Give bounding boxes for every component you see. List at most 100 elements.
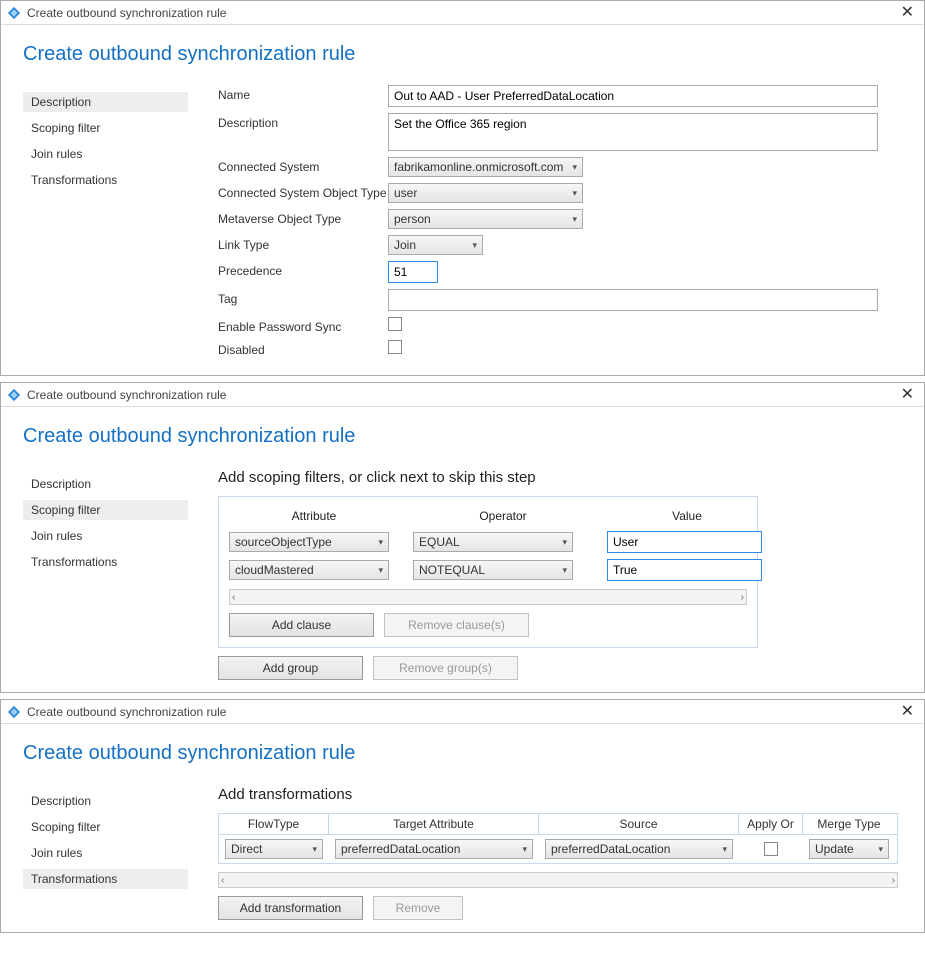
add-clause-button[interactable]: Add clause: [229, 613, 374, 637]
scrollbar[interactable]: ‹›: [229, 589, 747, 605]
select-flow[interactable]: Direct ▾: [225, 839, 323, 859]
select-target[interactable]: preferredDataLocation ▾: [335, 839, 533, 859]
select-merge[interactable]: Update ▾: [809, 839, 889, 859]
nav-transform[interactable]: Transformations: [23, 869, 188, 889]
nav-join[interactable]: Join rules: [23, 843, 188, 863]
nav-scoping[interactable]: Scoping filter: [23, 817, 188, 837]
label-disabled: Disabled: [218, 340, 388, 357]
panel-scoping: Create outbound synchronization rule ✕ C…: [0, 382, 925, 693]
chevron-down-icon: ▾: [562, 565, 567, 576]
chevron-down-icon: ▾: [378, 537, 383, 548]
select-linktype[interactable]: Join ▾: [388, 235, 483, 255]
close-icon[interactable]: ✕: [897, 388, 918, 402]
select-source-value: preferredDataLocation: [551, 842, 670, 856]
titlebar: Create outbound synchronization rule ✕: [1, 1, 924, 25]
select-linktype-value: Join: [394, 238, 416, 252]
chevron-down-icon: ▾: [722, 844, 727, 855]
scoping-title: Add scoping filters, or click next to sk…: [218, 469, 902, 486]
window-title: Create outbound synchronization rule: [27, 388, 897, 402]
label-pwsync: Enable Password Sync: [218, 317, 388, 334]
titlebar: Create outbound synchronization rule ✕: [1, 383, 924, 407]
chevron-down-icon: ▾: [522, 844, 527, 855]
scoping-box: Attribute Operator Value sourceObjectTyp…: [218, 496, 758, 648]
chevron-down-icon: ▾: [562, 537, 567, 548]
nav-description[interactable]: Description: [23, 474, 188, 494]
select-op-0[interactable]: EQUAL ▾: [413, 532, 573, 552]
col-attr: Attribute: [229, 507, 399, 525]
window-title: Create outbound synchronization rule: [27, 705, 897, 719]
select-flow-value: Direct: [231, 842, 262, 856]
col-flow: FlowType: [219, 814, 329, 834]
checkbox-applyonce[interactable]: [764, 842, 778, 856]
add-group-button[interactable]: Add group: [218, 656, 363, 680]
chevron-right-icon: ›: [892, 875, 895, 886]
chevron-left-icon: ‹: [221, 875, 224, 886]
input-tag[interactable]: [388, 289, 878, 311]
panel-transformations: Create outbound synchronization rule ✕ C…: [0, 699, 925, 933]
nav-transform[interactable]: Transformations: [23, 170, 188, 190]
nav-join[interactable]: Join rules: [23, 144, 188, 164]
label-tag: Tag: [218, 289, 388, 306]
remove-group-button[interactable]: Remove group(s): [373, 656, 518, 680]
add-transformation-button[interactable]: Add transformation: [218, 896, 363, 920]
close-icon[interactable]: ✕: [897, 6, 918, 20]
titlebar: Create outbound synchronization rule ✕: [1, 700, 924, 724]
col-apply: Apply Or: [739, 814, 803, 834]
chevron-down-icon: ▾: [572, 214, 577, 225]
scrollbar[interactable]: ‹›: [218, 872, 898, 888]
nav-join[interactable]: Join rules: [23, 526, 188, 546]
close-icon[interactable]: ✕: [897, 705, 918, 719]
col-val: Value: [607, 507, 767, 525]
nav-scoping[interactable]: Scoping filter: [23, 500, 188, 520]
transform-header: FlowType Target Attribute Source Apply O…: [218, 813, 898, 834]
select-op-1[interactable]: NOTEQUAL ▾: [413, 560, 573, 580]
chevron-down-icon: ▾: [572, 188, 577, 199]
select-attr-0[interactable]: sourceObjectType ▾: [229, 532, 389, 552]
chevron-down-icon: ▾: [878, 844, 883, 855]
select-mvobj-value: person: [394, 212, 431, 226]
select-target-value: preferredDataLocation: [341, 842, 460, 856]
select-attr-1[interactable]: cloudMastered▾: [229, 560, 389, 580]
select-op-0-value: EQUAL: [419, 535, 460, 549]
select-op-1-value: NOTEQUAL: [419, 563, 485, 577]
nav-transform[interactable]: Transformations: [23, 552, 188, 572]
label-mvobj: Metaverse Object Type: [218, 209, 388, 226]
nav-description[interactable]: Description: [23, 791, 188, 811]
chevron-right-icon: ›: [741, 592, 744, 603]
input-description[interactable]: [388, 113, 878, 151]
input-val-0[interactable]: [607, 531, 762, 553]
select-connsysobj-value: user: [394, 186, 417, 200]
transform-title: Add transformations: [218, 786, 902, 803]
chevron-down-icon: ▾: [572, 162, 577, 173]
checkbox-disabled[interactable]: [388, 340, 402, 354]
col-source: Source: [539, 814, 739, 834]
select-connsys[interactable]: fabrikamonline.onmicrosoft.com▾: [388, 157, 583, 177]
chevron-down-icon: ▾: [472, 240, 477, 251]
checkbox-pwsync[interactable]: [388, 317, 402, 331]
chevron-left-icon: ‹: [232, 592, 235, 603]
col-merge: Merge Type: [803, 814, 895, 834]
select-merge-value: Update: [815, 842, 854, 856]
nav-scoping[interactable]: Scoping filter: [23, 118, 188, 138]
select-connsysobj[interactable]: user ▾: [388, 183, 583, 203]
remove-transformation-button[interactable]: Remove: [373, 896, 463, 920]
input-precedence[interactable]: [388, 261, 438, 283]
select-source[interactable]: preferredDataLocation ▾: [545, 839, 733, 859]
chevron-down-icon: ▾: [378, 565, 383, 576]
select-attr-0-value: sourceObjectType: [235, 535, 332, 549]
label-connsys: Connected System: [218, 157, 388, 174]
label-linktype: Link Type: [218, 235, 388, 252]
panel-description: Create outbound synchronization rule ✕ C…: [0, 0, 925, 376]
transform-row: Direct ▾ preferredDataLocation ▾ preferred…: [218, 834, 898, 864]
page-title: Create outbound synchronization rule: [23, 43, 218, 66]
chevron-down-icon: ▾: [312, 844, 317, 855]
select-mvobj[interactable]: person ▾: [388, 209, 583, 229]
app-icon: [7, 6, 21, 20]
input-name[interactable]: [388, 85, 878, 107]
nav-description[interactable]: Description: [23, 92, 188, 112]
label-connsysobj: Connected System Object Type: [218, 183, 388, 200]
label-precedence: Precedence: [218, 261, 388, 278]
remove-clause-button[interactable]: Remove clause(s): [384, 613, 529, 637]
input-val-1[interactable]: [607, 559, 762, 581]
page-title: Create outbound synchronization rule: [23, 425, 218, 448]
